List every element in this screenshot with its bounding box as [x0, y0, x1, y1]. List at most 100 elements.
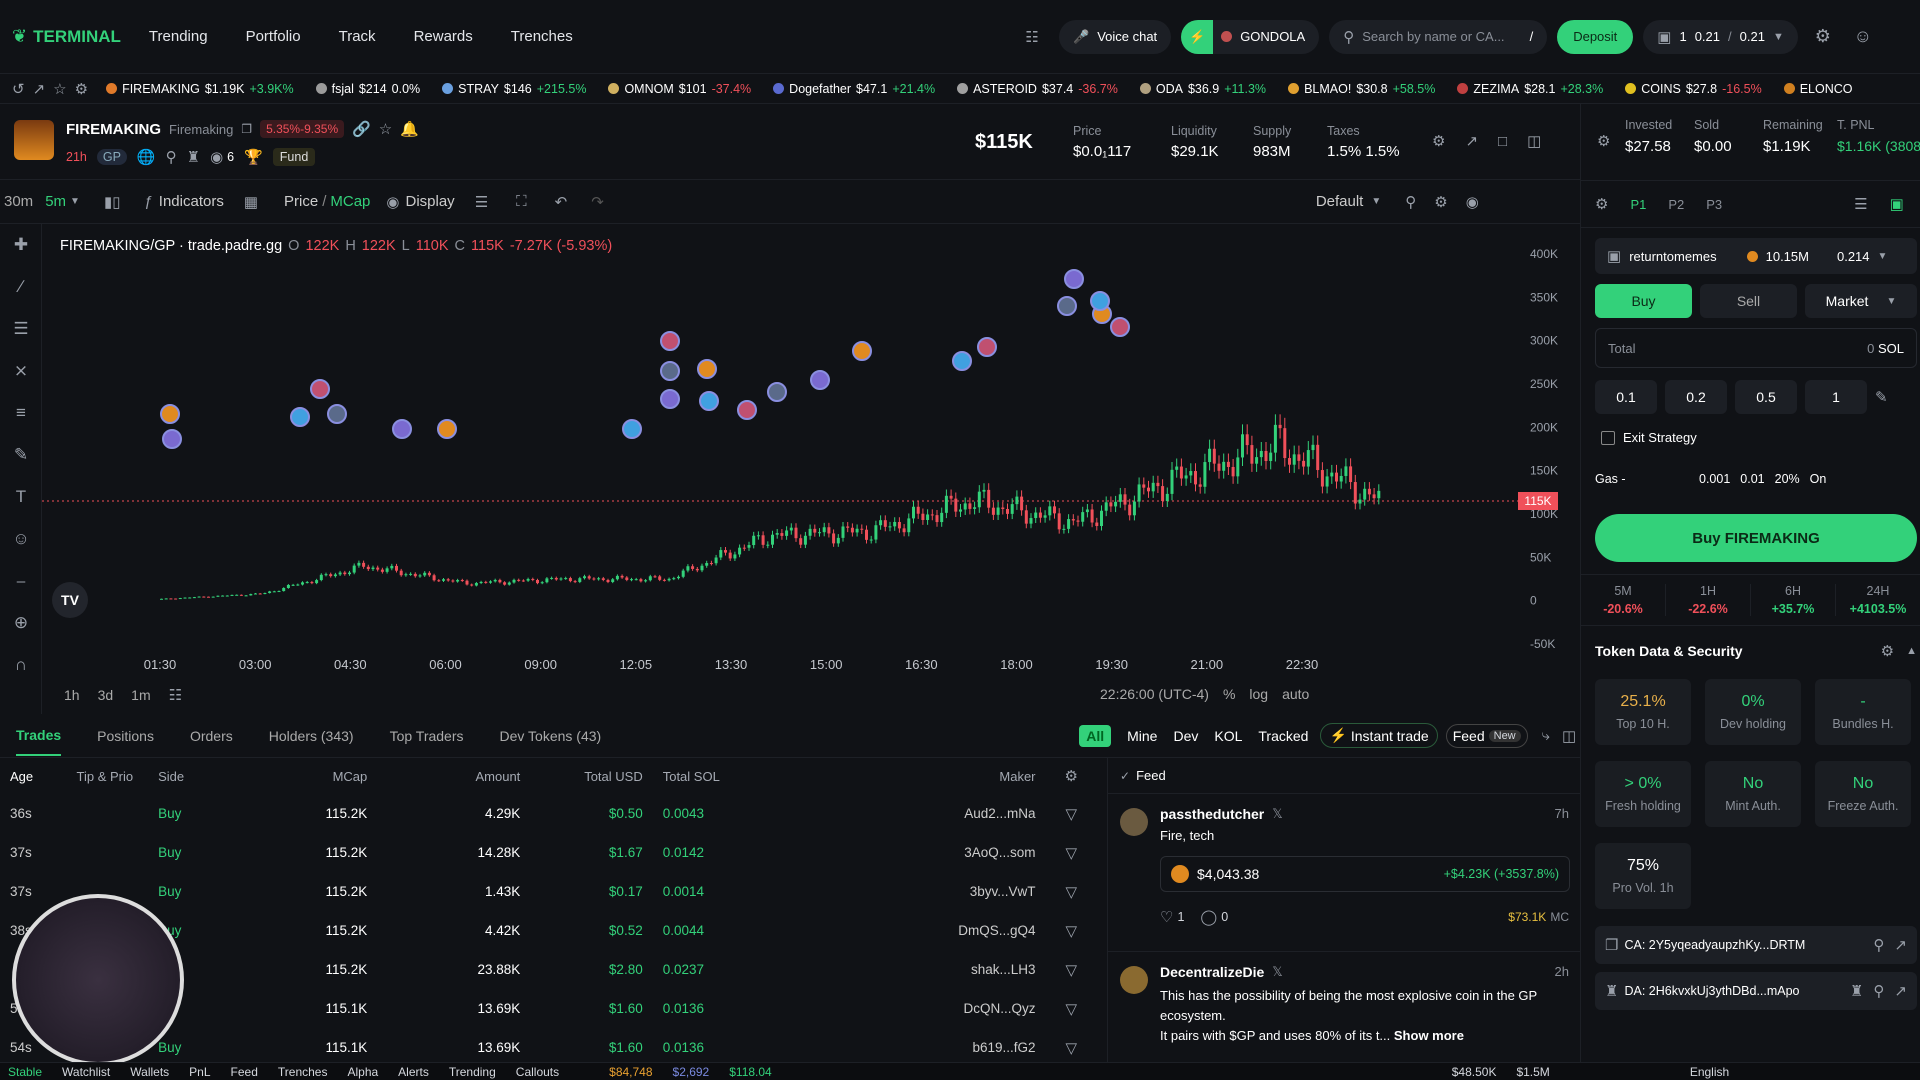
- col-side[interactable]: Side: [158, 758, 250, 794]
- wallet-selector[interactable]: ▣ returntomemes 10.15M 0.214 ▼: [1595, 238, 1917, 274]
- horizontal-lines-icon[interactable]: ☰: [0, 308, 42, 350]
- chevron-down-icon[interactable]: ▼: [70, 196, 80, 207]
- filter-kol[interactable]: KOL: [1214, 728, 1242, 744]
- x-icon[interactable]: 𝕏: [1272, 964, 1282, 980]
- crosshair-icon[interactable]: ✚: [0, 224, 42, 266]
- col-total-sol[interactable]: Total SOL: [643, 758, 847, 794]
- col-mcap[interactable]: MCap: [250, 758, 368, 794]
- log-toggle[interactable]: log: [1249, 686, 1268, 702]
- feed-toggle[interactable]: Feed New: [1445, 723, 1528, 748]
- trader-avatar[interactable]: [699, 391, 719, 411]
- post-author[interactable]: DecentralizeDie: [1160, 964, 1264, 980]
- sliders-icon[interactable]: ☰: [475, 193, 488, 211]
- ticker-item[interactable]: ODA $36.9 +11.3%: [1139, 82, 1266, 96]
- search-icon[interactable]: ⚲: [1873, 982, 1884, 1000]
- zoom-in-icon[interactable]: ⊕: [0, 602, 42, 644]
- ticker-item[interactable]: fsjal $214 0.0%: [315, 82, 420, 96]
- footer-watchlist[interactable]: Watchlist: [62, 1065, 110, 1079]
- amount-preset-0.1[interactable]: 0.1: [1595, 380, 1657, 414]
- filter-dev[interactable]: Dev: [1173, 728, 1198, 744]
- layout-default-select[interactable]: Default: [1316, 193, 1364, 210]
- gas-priority[interactable]: 0.001: [1699, 472, 1730, 486]
- tab-top-traders[interactable]: Top Traders: [390, 728, 464, 744]
- fund-badge[interactable]: Fund: [272, 148, 316, 166]
- filter-icon[interactable]: ▽: [1065, 961, 1077, 979]
- magnet-icon[interactable]: ∩: [0, 644, 42, 686]
- period-5m[interactable]: 5M -20.6%: [1581, 584, 1666, 616]
- security-card[interactable]: 0% Dev holding: [1705, 679, 1801, 745]
- footer-stable[interactable]: Stable: [8, 1065, 42, 1079]
- dev-address[interactable]: ♜ DA: 2H6kvxkUj3ythDBd...mApo ♜ ⚲ ↗: [1595, 972, 1917, 1010]
- trader-avatar[interactable]: [810, 370, 830, 390]
- chef-icon[interactable]: ♜: [1850, 982, 1863, 1000]
- link-icon[interactable]: 🔗: [352, 120, 371, 138]
- footer-language[interactable]: English: [1690, 1065, 1729, 1079]
- text-icon[interactable]: T: [0, 476, 42, 518]
- wallet-selector[interactable]: ▣ 1 0.21/0.21 ▼: [1643, 19, 1798, 54]
- security-card[interactable]: 25.1% Top 10 H.: [1595, 679, 1691, 745]
- x-icon[interactable]: 𝕏: [1272, 806, 1282, 822]
- gear-icon[interactable]: ⚙: [1595, 195, 1608, 213]
- period-24h[interactable]: 24H +4103.5%: [1836, 584, 1920, 616]
- trader-avatar[interactable]: [1057, 296, 1077, 316]
- table-row[interactable]: 37s Buy 115.2K 1.43K $0.17 0.0014 3byv...VwT ▽: [0, 872, 1107, 911]
- col-age[interactable]: Age: [0, 758, 77, 794]
- show-more-link[interactable]: Show more: [1394, 1028, 1464, 1043]
- filter-icon[interactable]: ▽: [1065, 1000, 1077, 1018]
- chart-line-icon[interactable]: ↗: [1465, 132, 1478, 150]
- filter-icon[interactable]: ▽: [1065, 805, 1077, 823]
- fullscreen-icon[interactable]: ⛶: [516, 193, 527, 210]
- chart-canvas[interactable]: 400K350K300K250K200K150K100K50K0-50K01:3…: [42, 224, 1580, 714]
- trader-avatar[interactable]: [952, 351, 972, 371]
- ticker-item[interactable]: FIREMAKING $1.19K +3.9K%: [106, 82, 294, 96]
- amount-preset-1[interactable]: 1: [1805, 380, 1867, 414]
- nav-portfolio[interactable]: Portfolio: [246, 28, 301, 45]
- range-1h[interactable]: 1h: [64, 687, 80, 703]
- filter-icon[interactable]: ▽: [1065, 922, 1077, 940]
- emoji-icon[interactable]: ☺: [0, 518, 42, 560]
- calendar-icon[interactable]: ☷: [169, 686, 182, 704]
- price-toggle[interactable]: Price: [284, 193, 318, 210]
- gas-tip[interactable]: 0.01: [1740, 472, 1764, 486]
- panel-icon[interactable]: ▣: [1890, 195, 1904, 213]
- tab-orders[interactable]: Orders: [190, 728, 233, 744]
- chevron-up-icon[interactable]: ▲: [1906, 645, 1917, 657]
- chef-icon[interactable]: ♜: [187, 148, 200, 166]
- external-link-icon[interactable]: ↗: [1894, 936, 1907, 954]
- footer-trenches[interactable]: Trenches: [278, 1065, 328, 1079]
- search-input[interactable]: ⚲ Search by name or CA... /: [1329, 19, 1548, 54]
- trader-avatar[interactable]: [852, 341, 872, 361]
- ticker-item[interactable]: BLMAO! $30.8 +58.5%: [1288, 82, 1435, 96]
- buy-submit-button[interactable]: Buy FIREMAKING: [1595, 514, 1917, 562]
- trader-avatar[interactable]: [660, 361, 680, 381]
- display-button[interactable]: Display: [406, 193, 455, 210]
- star-icon[interactable]: ☆: [53, 80, 66, 98]
- tab-trades[interactable]: Trades: [16, 727, 62, 756]
- search-icon[interactable]: ⚲: [166, 148, 177, 166]
- mcap-toggle[interactable]: MCap: [330, 193, 370, 210]
- redo-icon[interactable]: ↷: [591, 193, 604, 211]
- footer-alpha[interactable]: Alpha: [347, 1065, 378, 1079]
- candles-icon[interactable]: ▮▯: [104, 193, 121, 211]
- camera-icon[interactable]: ◉: [1466, 193, 1479, 211]
- globe-icon[interactable]: 🌐: [137, 148, 156, 166]
- window-icon[interactable]: □: [1498, 133, 1507, 150]
- security-card[interactable]: > 0% Fresh holding: [1595, 761, 1691, 827]
- copy-icon[interactable]: ❐: [241, 122, 252, 136]
- post-author[interactable]: passthedutcher: [1160, 806, 1264, 822]
- trader-avatar[interactable]: [392, 419, 412, 439]
- filter-mine[interactable]: Mine: [1127, 728, 1157, 744]
- table-row[interactable]: 37s Buy 115.2K 14.28K $1.67 0.0142 3AoQ...som ▽: [0, 833, 1107, 872]
- col-maker[interactable]: Maker: [847, 758, 1035, 794]
- col-amount[interactable]: Amount: [367, 758, 520, 794]
- trader-avatar[interactable]: [622, 419, 642, 439]
- trader-avatar[interactable]: [977, 337, 997, 357]
- undo-icon[interactable]: ↶: [555, 193, 568, 211]
- trader-avatar[interactable]: [160, 404, 180, 424]
- buy-tab[interactable]: Buy: [1595, 284, 1692, 318]
- amount-preset-0.5[interactable]: 0.5: [1735, 380, 1797, 414]
- share-icon[interactable]: ⤷: [1542, 727, 1550, 744]
- heart-icon[interactable]: ♡: [1160, 908, 1173, 926]
- nav-rewards[interactable]: Rewards: [414, 28, 473, 45]
- exit-strategy-checkbox[interactable]: [1601, 430, 1615, 445]
